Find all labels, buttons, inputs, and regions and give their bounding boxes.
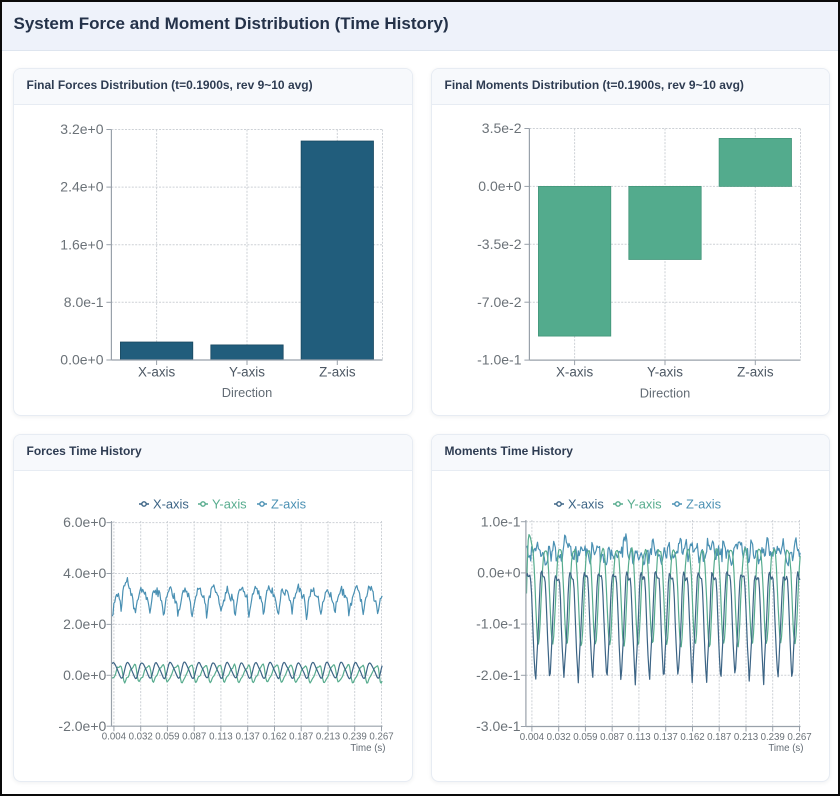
svg-text:Time (s): Time (s) xyxy=(768,743,803,754)
svg-text:Direction: Direction xyxy=(222,385,273,400)
svg-text:0.113: 0.113 xyxy=(209,732,233,743)
svg-text:X-axis: X-axis xyxy=(153,497,189,512)
svg-text:Y-axis: Y-axis xyxy=(647,364,683,379)
svg-text:0.187: 0.187 xyxy=(289,732,313,743)
svg-text:Y-axis: Y-axis xyxy=(627,497,662,512)
svg-text:3.2e+0: 3.2e+0 xyxy=(60,121,103,137)
svg-text:Z-axis: Z-axis xyxy=(271,497,306,512)
svg-text:0.087: 0.087 xyxy=(600,732,624,743)
svg-text:-3.5e-2: -3.5e-2 xyxy=(477,236,522,252)
svg-text:Z-axis: Z-axis xyxy=(319,364,356,379)
svg-text:0.267: 0.267 xyxy=(787,732,811,743)
svg-text:-7.0e-2: -7.0e-2 xyxy=(477,294,522,310)
svg-text:0.0e+0: 0.0e+0 xyxy=(63,667,106,683)
svg-text:-2.0e+0: -2.0e+0 xyxy=(58,718,106,734)
svg-text:2.4e+0: 2.4e+0 xyxy=(60,179,103,195)
svg-text:0.267: 0.267 xyxy=(369,732,393,743)
svg-text:-1.0e-1: -1.0e-1 xyxy=(476,616,521,632)
svg-text:0.004: 0.004 xyxy=(520,732,545,743)
svg-text:0.004: 0.004 xyxy=(102,732,127,743)
svg-text:Z-axis: Z-axis xyxy=(737,364,774,379)
svg-text:0.239: 0.239 xyxy=(761,732,785,743)
svg-text:X-axis: X-axis xyxy=(556,364,594,379)
svg-text:6.0e+0: 6.0e+0 xyxy=(63,514,106,530)
svg-text:Z-axis: Z-axis xyxy=(686,497,721,512)
svg-text:Y-axis: Y-axis xyxy=(229,364,265,379)
svg-text:0.0e+0: 0.0e+0 xyxy=(478,178,521,194)
svg-text:0.187: 0.187 xyxy=(707,732,731,743)
svg-text:Time (s): Time (s) xyxy=(350,743,385,754)
svg-text:0.213: 0.213 xyxy=(316,732,340,743)
svg-text:X-axis: X-axis xyxy=(568,497,604,512)
svg-text:0.137: 0.137 xyxy=(654,732,678,743)
svg-text:0.137: 0.137 xyxy=(236,732,260,743)
svg-text:X-axis: X-axis xyxy=(138,364,176,379)
svg-text:0.0e+0: 0.0e+0 xyxy=(60,352,103,368)
svg-text:0.162: 0.162 xyxy=(262,732,286,743)
svg-text:0.162: 0.162 xyxy=(680,732,704,743)
svg-text:1.6e+0: 1.6e+0 xyxy=(60,236,103,252)
svg-text:8.0e-1: 8.0e-1 xyxy=(64,294,104,310)
svg-text:-3.0e-1: -3.0e-1 xyxy=(476,718,521,734)
svg-text:0.032: 0.032 xyxy=(547,732,571,743)
svg-text:0.213: 0.213 xyxy=(734,732,758,743)
svg-text:-1.0e-1: -1.0e-1 xyxy=(477,352,522,368)
svg-text:-2.0e-1: -2.0e-1 xyxy=(476,667,521,683)
svg-text:0.032: 0.032 xyxy=(129,732,153,743)
svg-text:1.0e-1: 1.0e-1 xyxy=(481,513,521,529)
svg-text:0.059: 0.059 xyxy=(573,732,597,743)
svg-text:3.5e-2: 3.5e-2 xyxy=(482,120,522,136)
svg-text:2.0e+0: 2.0e+0 xyxy=(63,616,106,632)
svg-text:0.113: 0.113 xyxy=(627,732,651,743)
svg-text:4.0e+0: 4.0e+0 xyxy=(63,565,106,581)
svg-text:Y-axis: Y-axis xyxy=(212,497,247,512)
svg-text:0.0e+0: 0.0e+0 xyxy=(477,565,520,581)
svg-text:Direction: Direction xyxy=(640,385,691,400)
svg-text:0.087: 0.087 xyxy=(182,732,206,743)
svg-text:0.059: 0.059 xyxy=(155,732,179,743)
svg-text:0.239: 0.239 xyxy=(343,732,367,743)
